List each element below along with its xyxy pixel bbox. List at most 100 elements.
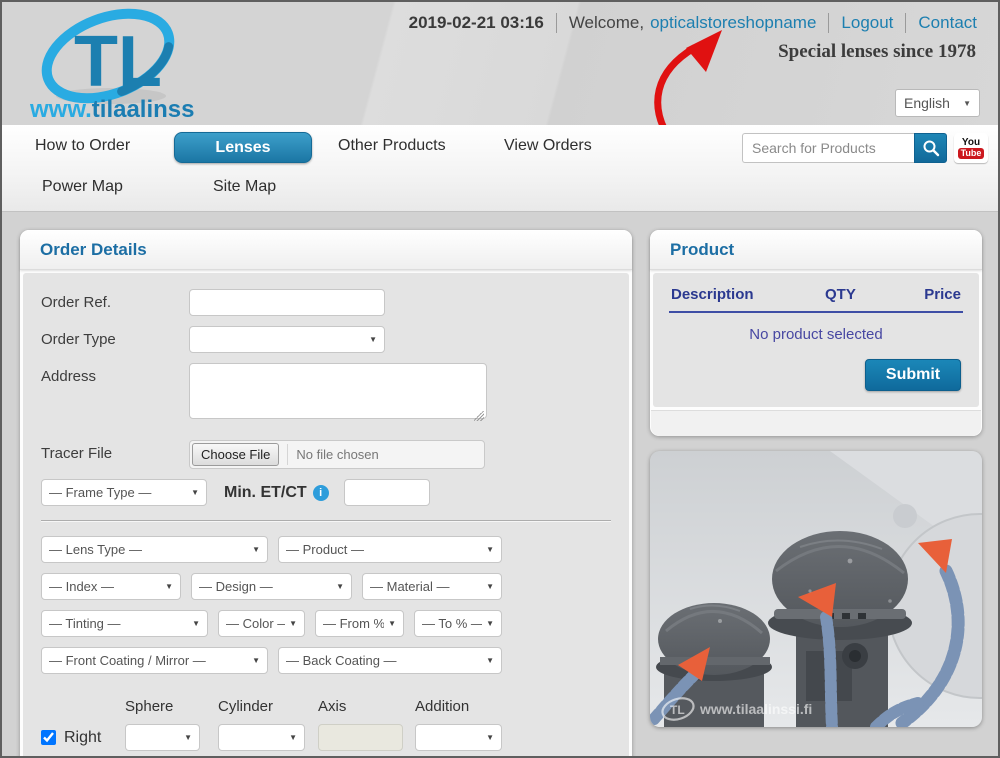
chevron-down-icon: ▼ bbox=[252, 656, 260, 665]
search-button[interactable] bbox=[914, 133, 947, 163]
material-select[interactable]: — Material — ▼ bbox=[362, 573, 502, 600]
youtube-tube-label: Tube bbox=[958, 148, 985, 159]
order-details-panel: Order Details Order Ref. Order Type ▼ Ad… bbox=[20, 230, 632, 758]
chevron-down-icon: ▼ bbox=[192, 619, 200, 628]
watermark-logo: TL bbox=[670, 703, 685, 717]
order-type-select[interactable]: ▼ bbox=[189, 326, 385, 353]
language-value: English bbox=[904, 95, 950, 111]
welcome-text: Welcome, bbox=[569, 13, 644, 33]
qty-column-header: QTY bbox=[825, 286, 903, 303]
product-photo: TL www.tilaalinssi.fi bbox=[650, 451, 982, 727]
chevron-down-icon: ▼ bbox=[369, 335, 377, 344]
main-nav: How to Order Lenses Other Products View … bbox=[2, 125, 998, 212]
page: TL www.tilaalinssi.fi 2019-02-21 03:16 W… bbox=[0, 0, 1000, 758]
sphere-column-header: Sphere bbox=[125, 698, 218, 724]
youtube-icon[interactable]: You Tube bbox=[954, 133, 988, 163]
annotation-arrow-icon bbox=[634, 26, 729, 138]
search-input[interactable] bbox=[742, 133, 914, 163]
nav-lenses-active[interactable]: Lenses bbox=[174, 132, 312, 163]
youtube-you-label: You bbox=[962, 138, 980, 148]
chevron-down-icon: ▼ bbox=[388, 619, 396, 628]
content-area: Order Details Order Ref. Order Type ▼ Ad… bbox=[2, 212, 998, 758]
logo-graphic: TL www.tilaalinssi.fi bbox=[16, 4, 196, 124]
cylinder-column-header: Cylinder bbox=[218, 698, 318, 724]
chevron-down-icon: ▼ bbox=[336, 582, 344, 591]
addition-right-select[interactable]: ▼ bbox=[415, 724, 502, 751]
to-percent-select[interactable]: — To % — ▼ bbox=[414, 610, 502, 637]
section-divider bbox=[41, 520, 611, 522]
search-icon bbox=[922, 139, 940, 157]
tinting-select[interactable]: — Tinting — ▼ bbox=[41, 610, 208, 637]
empty-product-message: No product selected bbox=[667, 313, 965, 347]
min-etct-label: Min. ET/CT bbox=[224, 479, 307, 506]
logo-www: www. bbox=[29, 96, 92, 123]
svg-text:www.tilaalinssi.fi: www.tilaalinssi.fi bbox=[29, 96, 196, 123]
top-header: TL www.tilaalinssi.fi 2019-02-21 03:16 W… bbox=[2, 2, 998, 125]
address-label: Address bbox=[41, 363, 189, 390]
chevron-down-icon: ▼ bbox=[486, 619, 494, 628]
right-column: Product Description QTY Price No product… bbox=[650, 230, 982, 727]
tagline: Special lenses since 1978 bbox=[778, 41, 976, 63]
product-panel-title: Product bbox=[650, 230, 982, 270]
watermark-text: www.tilaalinssi.fi bbox=[699, 701, 812, 717]
color-select[interactable]: — Color — ▼ bbox=[218, 610, 305, 637]
divider bbox=[828, 13, 829, 33]
nav-how-to-order[interactable]: How to Order bbox=[35, 137, 130, 155]
info-icon[interactable]: i bbox=[313, 485, 329, 501]
contact-link[interactable]: Contact bbox=[918, 13, 977, 33]
axis-right-input bbox=[318, 724, 403, 751]
nav-site-map[interactable]: Site Map bbox=[213, 178, 276, 196]
front-coating-select[interactable]: — Front Coating / Mirror — ▼ bbox=[41, 647, 268, 674]
lens-machine-photo: TL www.tilaalinssi.fi bbox=[650, 451, 982, 727]
site-logo[interactable]: TL www.tilaalinssi.fi bbox=[16, 4, 196, 129]
frame-type-select[interactable]: — Frame Type — ▼ bbox=[41, 479, 207, 506]
logout-link[interactable]: Logout bbox=[841, 13, 893, 33]
chevron-down-icon: ▼ bbox=[486, 582, 494, 591]
chevron-down-icon: ▼ bbox=[963, 99, 971, 108]
divider bbox=[556, 13, 557, 33]
search-group: You Tube bbox=[742, 133, 988, 163]
tracer-file-label: Tracer File bbox=[41, 440, 189, 467]
from-percent-select[interactable]: — From % — ▼ bbox=[315, 610, 404, 637]
nav-view-orders[interactable]: View Orders bbox=[504, 137, 592, 155]
chevron-down-icon: ▼ bbox=[486, 733, 494, 742]
sphere-right-select[interactable]: ▼ bbox=[125, 724, 200, 751]
product-select[interactable]: — Product — ▼ bbox=[278, 536, 502, 563]
product-panel: Product Description QTY Price No product… bbox=[650, 230, 982, 436]
order-type-label: Order Type bbox=[41, 326, 189, 353]
chevron-down-icon: ▼ bbox=[486, 545, 494, 554]
tracer-file-input[interactable]: Choose File No file chosen bbox=[189, 440, 485, 469]
chevron-down-icon: ▼ bbox=[165, 582, 173, 591]
address-textarea[interactable] bbox=[189, 363, 487, 419]
datetime: 2019-02-21 03:16 bbox=[409, 13, 544, 33]
min-etct-input[interactable] bbox=[344, 479, 430, 506]
order-ref-label: Order Ref. bbox=[41, 289, 189, 316]
design-select[interactable]: — Design — ▼ bbox=[191, 573, 352, 600]
back-coating-select[interactable]: — Back Coating — ▼ bbox=[278, 647, 502, 674]
index-select[interactable]: — Index — ▼ bbox=[41, 573, 181, 600]
language-select[interactable]: English ▼ bbox=[895, 89, 980, 117]
chevron-down-icon: ▼ bbox=[252, 545, 260, 554]
submit-button[interactable]: Submit bbox=[865, 359, 961, 391]
lens-type-select[interactable]: — Lens Type — ▼ bbox=[41, 536, 268, 563]
nav-other-products[interactable]: Other Products bbox=[338, 137, 446, 155]
description-column-header: Description bbox=[671, 286, 825, 303]
divider bbox=[905, 13, 906, 33]
chevron-down-icon: ▼ bbox=[486, 656, 494, 665]
chevron-down-icon: ▼ bbox=[289, 733, 297, 742]
svg-text:TL: TL bbox=[74, 22, 162, 102]
cylinder-right-select[interactable]: ▼ bbox=[218, 724, 305, 751]
right-eye-label: Right bbox=[64, 729, 101, 747]
nav-power-map[interactable]: Power Map bbox=[42, 178, 123, 196]
axis-column-header: Axis bbox=[318, 698, 415, 724]
no-file-text: No file chosen bbox=[287, 444, 378, 465]
chevron-down-icon: ▼ bbox=[191, 488, 199, 497]
choose-file-button[interactable]: Choose File bbox=[192, 443, 279, 466]
product-panel-footer bbox=[651, 410, 981, 436]
addition-column-header: Addition bbox=[415, 698, 502, 724]
chevron-down-icon: ▼ bbox=[184, 733, 192, 742]
order-ref-input[interactable] bbox=[189, 289, 385, 316]
right-eye-checkbox[interactable] bbox=[41, 730, 56, 745]
order-details-title: Order Details bbox=[20, 230, 632, 270]
price-column-header: Price bbox=[903, 286, 961, 303]
